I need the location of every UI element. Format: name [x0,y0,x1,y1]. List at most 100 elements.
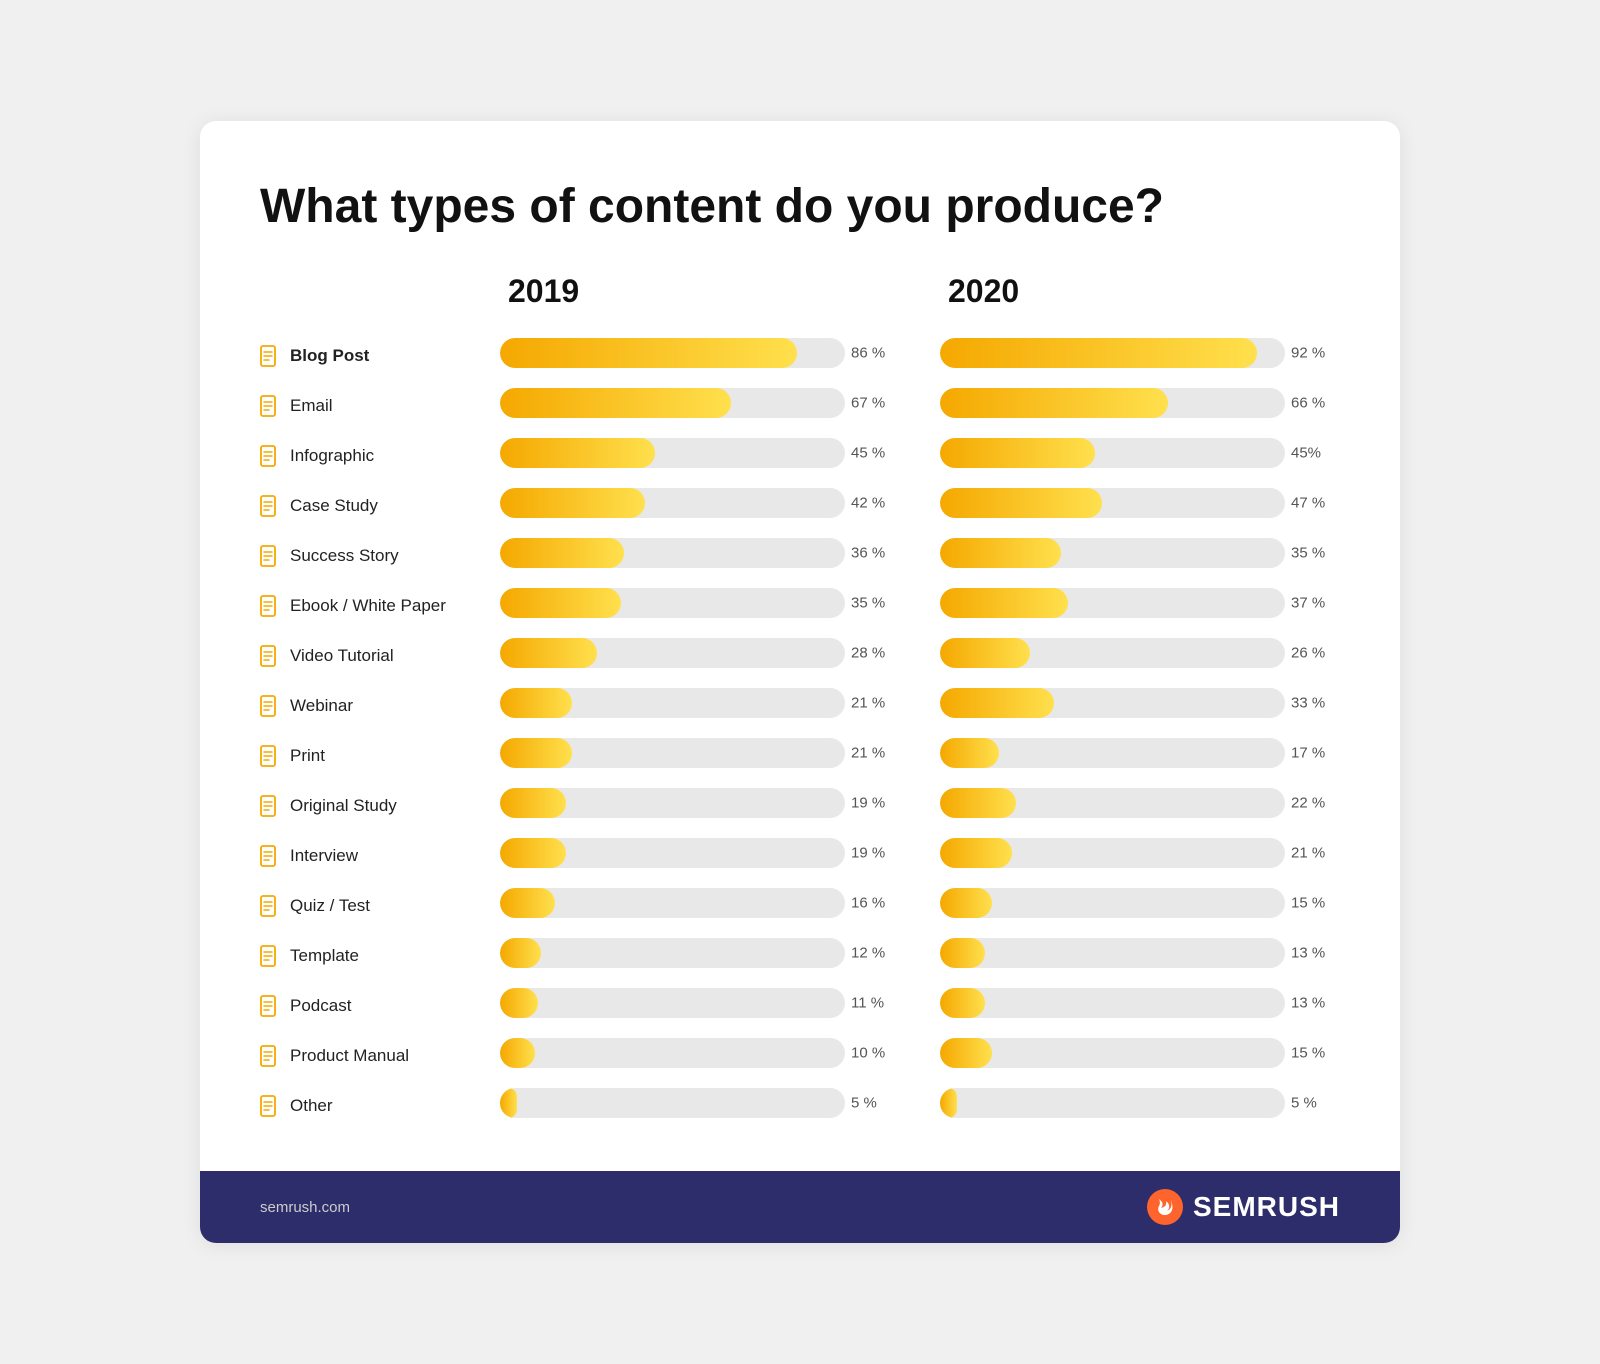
bar-track-2019-5 [500,588,845,618]
bar-2020-row-2: 45% [940,428,1340,478]
doc-icon-15 [260,1095,280,1117]
bar-pct-2019-5: 35 % [851,595,897,612]
bar-2020-row-0: 92 % [940,328,1340,378]
bar-wrapper-2020-14: 15 % [940,1038,1285,1068]
bar-pct-2020-8: 17 % [1291,745,1337,762]
row-text-1: Email [290,396,333,416]
bar-fill-2020-11 [940,888,992,918]
bar-pct-2020-15: 5 % [1291,1095,1337,1112]
bar-wrapper-2019-15: 5 % [500,1088,845,1118]
bar-2020-row-10: 21 % [940,828,1340,878]
bar-fill-2019-7 [500,688,572,718]
bar-track-2020-9 [940,788,1285,818]
row-text-7: Webinar [290,696,353,716]
row-label-7: Webinar [260,681,500,731]
bar-2019-row-7: 21 % [500,678,900,728]
bar-track-2020-15 [940,1088,1285,1118]
bar-fill-2019-6 [500,638,597,668]
bar-pct-2019-9: 19 % [851,795,897,812]
bar-2019-row-14: 10 % [500,1028,900,1078]
bar-pct-2020-12: 13 % [1291,945,1337,962]
bar-track-2019-15 [500,1088,845,1118]
doc-icon-14 [260,1045,280,1067]
bar-wrapper-2019-6: 28 % [500,638,845,668]
bar-2020-row-6: 26 % [940,628,1340,678]
bar-pct-2019-15: 5 % [851,1095,897,1112]
bar-fill-2020-0 [940,338,1257,368]
bar-pct-2020-14: 15 % [1291,1045,1337,1062]
bar-track-2020-12 [940,938,1285,968]
row-text-13: Podcast [290,996,351,1016]
row-text-11: Quiz / Test [290,896,370,916]
bar-pct-2020-5: 37 % [1291,595,1337,612]
row-label-12: Template [260,931,500,981]
footer-brand: SEMRUSH [1147,1189,1340,1225]
bar-pct-2019-3: 42 % [851,495,897,512]
row-text-5: Ebook / White Paper [290,596,446,616]
row-text-3: Case Study [290,496,378,516]
bar-pct-2019-7: 21 % [851,695,897,712]
bar-fill-2019-3 [500,488,645,518]
year-2020-col: 2020 92 % 66 % 45% 47 % [940,273,1340,1131]
bar-fill-2020-10 [940,838,1012,868]
bar-2019-row-12: 12 % [500,928,900,978]
bar-track-2019-14 [500,1038,845,1068]
row-label-10: Interview [260,831,500,881]
bar-fill-2020-2 [940,438,1095,468]
card: What types of content do you produce? Bl… [200,121,1400,1244]
bar-track-2019-2 [500,438,845,468]
bar-pct-2020-7: 33 % [1291,695,1337,712]
doc-icon-8 [260,745,280,767]
bar-fill-2019-10 [500,838,566,868]
doc-icon-3 [260,495,280,517]
bar-fill-2020-5 [940,588,1068,618]
doc-icon-4 [260,545,280,567]
bar-fill-2019-2 [500,438,655,468]
row-label-1: Email [260,381,500,431]
bar-fill-2019-13 [500,988,538,1018]
bar-2019-row-5: 35 % [500,578,900,628]
chart-area: Blog Post Email Infographic Case Study S… [260,273,1340,1131]
bar-fill-2020-9 [940,788,1016,818]
bar-pct-2019-10: 19 % [851,845,897,862]
bar-pct-2020-3: 47 % [1291,495,1337,512]
bar-fill-2020-14 [940,1038,992,1068]
bar-wrapper-2019-12: 12 % [500,938,845,968]
bar-wrapper-2019-14: 10 % [500,1038,845,1068]
bar-track-2020-11 [940,888,1285,918]
bar-pct-2019-11: 16 % [851,895,897,912]
bar-fill-2020-4 [940,538,1061,568]
bar-2019-row-0: 86 % [500,328,900,378]
row-label-3: Case Study [260,481,500,531]
footer-domain: semrush.com [260,1199,350,1216]
bar-fill-2019-15 [500,1088,517,1118]
doc-icon-5 [260,595,280,617]
bar-track-2020-3 [940,488,1285,518]
labels-column: Blog Post Email Infographic Case Study S… [260,273,500,1131]
bar-pct-2019-14: 10 % [851,1045,897,1062]
bar-track-2020-13 [940,988,1285,1018]
bar-pct-2019-8: 21 % [851,745,897,762]
bar-track-2019-7 [500,688,845,718]
year-2019-col: 2019 86 % 67 % 45 % 42 % [500,273,900,1131]
bar-wrapper-2020-10: 21 % [940,838,1285,868]
bar-wrapper-2020-5: 37 % [940,588,1285,618]
doc-icon-0 [260,345,280,367]
bar-pct-2020-9: 22 % [1291,795,1337,812]
bar-fill-2020-12 [940,938,985,968]
bar-fill-2020-15 [940,1088,957,1118]
bar-wrapper-2020-6: 26 % [940,638,1285,668]
bar-2019-row-2: 45 % [500,428,900,478]
bar-2019-row-15: 5 % [500,1078,900,1128]
bar-wrapper-2019-9: 19 % [500,788,845,818]
bar-2020-row-8: 17 % [940,728,1340,778]
bar-track-2019-10 [500,838,845,868]
bar-2020-row-5: 37 % [940,578,1340,628]
bar-track-2019-11 [500,888,845,918]
bar-fill-2020-3 [940,488,1102,518]
bar-2019-row-3: 42 % [500,478,900,528]
bar-2020-row-7: 33 % [940,678,1340,728]
bar-wrapper-2019-13: 11 % [500,988,845,1018]
bar-track-2020-14 [940,1038,1285,1068]
bar-track-2020-8 [940,738,1285,768]
